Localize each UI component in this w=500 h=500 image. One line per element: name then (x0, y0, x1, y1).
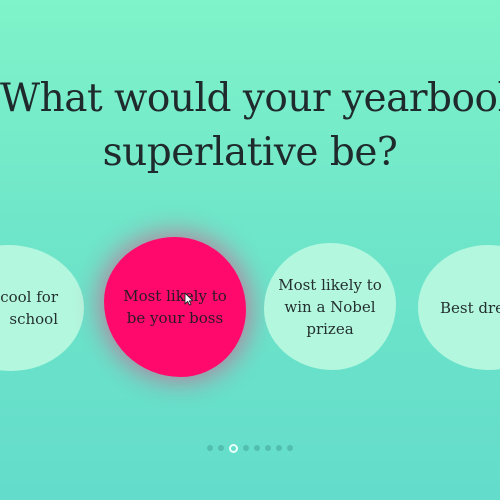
option-boss-selected[interactable]: Most likely to be your boss (104, 237, 246, 377)
pagination-dot[interactable] (287, 445, 293, 451)
option-label: Most likely to be your boss (123, 287, 227, 327)
option-label: Most likely to win a Nobel prizea (278, 275, 382, 338)
option-best-dressed[interactable]: Best dres (418, 245, 500, 370)
pagination-dot-active[interactable] (229, 443, 238, 453)
pagination-dot[interactable] (243, 445, 249, 451)
option-label: o cool for school (0, 288, 58, 328)
pagination-dots (0, 442, 500, 454)
pagination-dot[interactable] (276, 445, 282, 451)
pagination-dot[interactable] (207, 445, 213, 451)
pagination-dot[interactable] (218, 445, 224, 451)
pagination-dot[interactable] (265, 445, 271, 451)
pagination-dot[interactable] (254, 445, 260, 451)
option-nobel-prize[interactable]: Most likely to win a Nobel prizea (264, 243, 396, 370)
option-label: Best dres (440, 298, 500, 317)
answer-carousel[interactable]: o cool for school Most likely to be your… (0, 0, 500, 500)
option-cool-for-school[interactable]: o cool for school (0, 245, 84, 371)
